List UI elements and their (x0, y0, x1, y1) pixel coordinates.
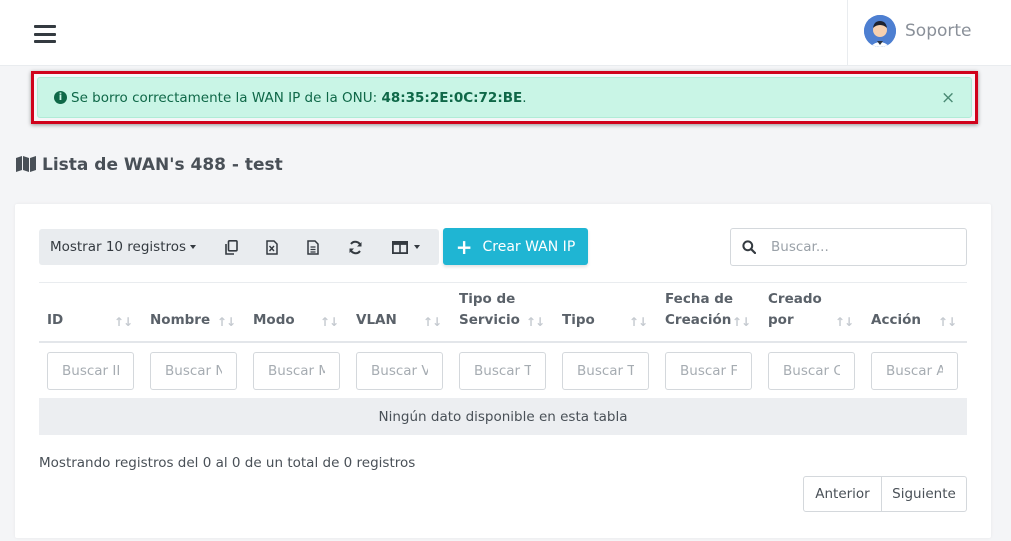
refresh-icon (349, 240, 361, 254)
previous-page-button[interactable]: Anterior (804, 477, 882, 511)
column-header-creado-por[interactable]: Creado por ↑↓ (760, 283, 863, 341)
empty-message: Ningún dato disponible en esta tabla (378, 408, 628, 425)
filter-nombre-input[interactable] (151, 353, 236, 389)
refresh-button[interactable] (339, 229, 371, 265)
filter-id (47, 352, 134, 390)
excel-icon (266, 239, 278, 255)
sort-icon: ↑↓ (113, 315, 133, 329)
alert-message: Se borro correctamente la WAN IP de la O… (71, 90, 527, 106)
filter-vlan (356, 352, 443, 390)
sort-icon: ↑↓ (525, 315, 545, 329)
sort-icon: ↑↓ (834, 315, 854, 329)
top-navbar: Soporte (0, 0, 1011, 66)
pagination: Anterior Siguiente (803, 476, 967, 512)
filter-fecha-creacion-input[interactable] (666, 353, 751, 389)
hamburger-menu-icon[interactable] (34, 25, 56, 43)
avatar[interactable] (864, 15, 896, 47)
map-icon (16, 156, 36, 172)
close-icon[interactable]: × (941, 88, 955, 108)
column-header-vlan[interactable]: VLAN ↑↓ (348, 283, 451, 341)
filter-nombre (150, 352, 237, 390)
column-header-label: Tipo de Servicio (459, 291, 520, 328)
page-title-text: Lista de WAN's 488 - test (42, 155, 283, 175)
filter-modo (253, 352, 340, 390)
column-header-label: Tipo (562, 312, 595, 328)
alert-suffix: . (522, 90, 527, 106)
alert-onu-id: 48:35:2E:0C:72:BE (381, 90, 523, 106)
column-header-label: Fecha de Creación (665, 291, 734, 328)
column-header-label: Modo (253, 312, 295, 328)
plus-icon: + (455, 234, 473, 259)
search-icon (742, 240, 756, 254)
success-alert: i Se borro correctamente la WAN IP de la… (37, 77, 972, 118)
sort-icon: ↑↓ (937, 315, 957, 329)
show-entries-label: Mostrar 10 registros (49, 239, 187, 255)
table-info: Mostrando registros del 0 al 0 de un tot… (39, 455, 416, 471)
filter-tipo-servicio-input[interactable] (460, 353, 545, 389)
filter-tipo-input[interactable] (563, 353, 648, 389)
column-header-tipo[interactable]: Tipo ↑↓ (554, 283, 657, 341)
excel-button[interactable] (256, 229, 288, 265)
copy-icon (224, 239, 238, 255)
csv-button[interactable] (297, 229, 329, 265)
search-input[interactable] (771, 237, 956, 257)
caret-down-icon (414, 245, 420, 249)
column-header-tipo-servicio[interactable]: Tipo de Servicio ↑↓ (451, 283, 554, 341)
sort-icon: ↑↓ (731, 315, 751, 329)
filter-accion-input[interactable] (872, 353, 957, 389)
sort-icon: ↑↓ (319, 315, 339, 329)
global-search (730, 228, 967, 266)
csv-icon (307, 239, 319, 255)
filter-creado-por-input[interactable] (769, 353, 854, 389)
table-toolbar: Mostrar 10 registros (39, 229, 439, 265)
user-name[interactable]: Soporte (905, 21, 972, 41)
create-wan-ip-label: Crear WAN IP (482, 238, 576, 255)
sort-icon: ↑↓ (422, 315, 442, 329)
alert-text: Se borro correctamente la WAN IP de la O… (71, 90, 382, 106)
filter-accion (871, 352, 958, 390)
copy-button[interactable] (215, 229, 247, 265)
table-header-bottom-border (39, 341, 967, 343)
next-page-button[interactable]: Siguiente (882, 477, 966, 511)
sort-icon: ↑↓ (216, 315, 236, 329)
column-header-id[interactable]: ID ↑↓ (39, 283, 142, 341)
column-header-modo[interactable]: Modo ↑↓ (245, 283, 348, 341)
column-header-label: Acción (871, 312, 921, 328)
column-header-label: Nombre (150, 312, 211, 328)
column-header-label: VLAN (356, 312, 397, 328)
show-entries-dropdown[interactable]: Mostrar 10 registros (39, 229, 207, 265)
column-header-fecha-creacion[interactable]: Fecha de Creación ↑↓ (657, 283, 760, 341)
columns-visibility-button[interactable] (384, 229, 428, 265)
caret-down-icon (190, 245, 197, 249)
filter-fecha-creacion (665, 352, 752, 390)
filter-id-input[interactable] (48, 353, 133, 389)
user-menu[interactable]: Soporte (847, 0, 1011, 66)
filter-vlan-input[interactable] (357, 353, 442, 389)
info-circle-icon: i (54, 91, 67, 104)
filter-creado-por (768, 352, 855, 390)
column-header-label: Creado por (768, 291, 822, 328)
sort-icon: ↑↓ (628, 315, 648, 329)
filter-tipo-servicio (459, 352, 546, 390)
filter-tipo (562, 352, 649, 390)
column-header-nombre[interactable]: Nombre ↑↓ (142, 283, 245, 341)
columns-icon (392, 240, 408, 254)
page-title: Lista de WAN's 488 - test (16, 155, 283, 175)
column-header-label: ID (47, 312, 64, 328)
column-header-accion[interactable]: Acción ↑↓ (863, 283, 966, 341)
filter-modo-input[interactable] (254, 353, 339, 389)
create-wan-ip-button[interactable]: + Crear WAN IP (443, 228, 588, 265)
table-empty-row: Ningún dato disponible en esta tabla (39, 398, 967, 435)
